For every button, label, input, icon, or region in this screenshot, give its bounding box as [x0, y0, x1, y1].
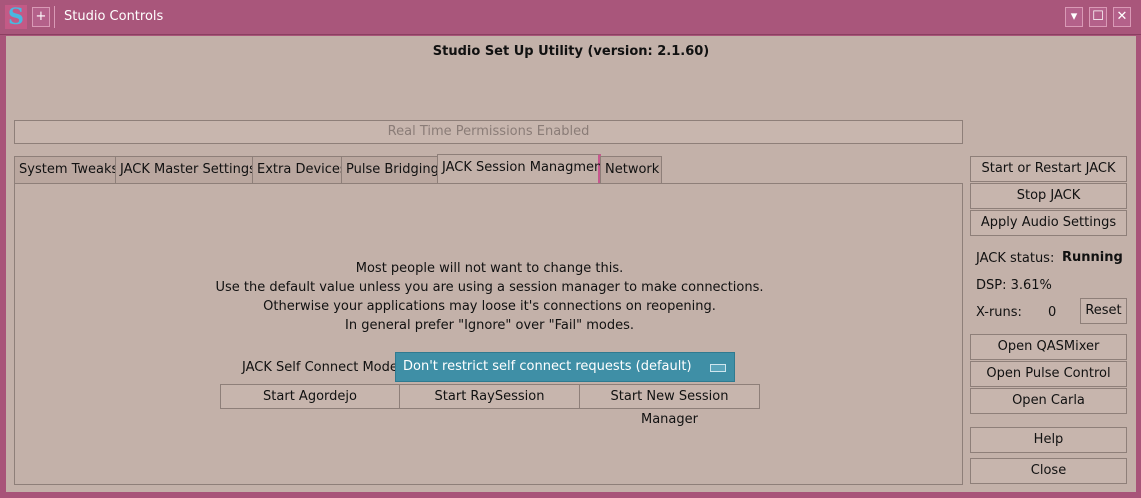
tab-extra-devices[interactable]: Extra Devices: [252, 156, 347, 183]
tab-pulse-bridging[interactable]: Pulse Bridging: [341, 156, 439, 183]
xruns-label: X-runs:: [976, 305, 1022, 320]
start-agordejo-button[interactable]: Start Agordejo: [220, 384, 400, 409]
studio-controls-window: S + Studio Controls ▾ ☐ ✕ Studio Set Up …: [0, 0, 1141, 498]
help-button[interactable]: Help: [970, 427, 1127, 453]
realtime-status-bar: Real Time Permissions Enabled: [14, 120, 963, 144]
pin-icon[interactable]: +: [32, 7, 50, 27]
dropdown-arrow-icon: [710, 364, 726, 372]
main-client-area: Studio Set Up Utility (version: 2.1.60) …: [6, 36, 1136, 492]
info-line: Use the default value unless you are usi…: [215, 280, 764, 295]
app-title: Studio Set Up Utility (version: 2.1.60): [432, 44, 710, 59]
start-new-session-manager-button[interactable]: Start New Session Manager: [579, 384, 760, 427]
tab-network[interactable]: Network: [600, 156, 662, 183]
start-raysession-button[interactable]: Start RaySession: [399, 384, 580, 409]
tab-system-tweaks[interactable]: System Tweaks: [14, 156, 118, 183]
reset-xruns-button[interactable]: Reset: [1080, 298, 1127, 324]
info-line: Most people will not want to change this…: [355, 261, 624, 276]
close-button[interactable]: Close: [970, 458, 1127, 484]
title-bar: S + Studio Controls ▾ ☐ ✕: [0, 0, 1141, 35]
self-connect-mode-value: Don't restrict self connect requests (de…: [403, 359, 692, 374]
self-connect-mode-select[interactable]: Don't restrict self connect requests (de…: [395, 352, 735, 382]
minimize-icon[interactable]: ▾: [1065, 7, 1083, 27]
info-line: Otherwise your applications may loose it…: [263, 299, 716, 314]
tab-jack-master-settings[interactable]: JACK Master Settings: [115, 156, 256, 183]
apply-audio-settings-button[interactable]: Apply Audio Settings: [970, 210, 1127, 236]
dsp-readout: DSP: 3.61%: [976, 278, 1052, 293]
start-restart-jack-button[interactable]: Start or Restart JACK: [970, 156, 1127, 182]
info-line: In general prefer "Ignore" over "Fail" m…: [345, 318, 634, 333]
open-carla-button[interactable]: Open Carla: [970, 388, 1127, 414]
window-title: Studio Controls: [64, 9, 164, 24]
maximize-icon[interactable]: ☐: [1089, 7, 1107, 27]
close-icon[interactable]: ✕: [1113, 7, 1131, 27]
open-qasmixer-button[interactable]: Open QASMixer: [970, 334, 1127, 360]
jack-status-value: Running: [1062, 250, 1123, 265]
open-pulse-control-button[interactable]: Open Pulse Control: [970, 361, 1127, 387]
stop-jack-button[interactable]: Stop JACK: [970, 183, 1127, 209]
tab-jack-session-managment[interactable]: JACK Session Managment: [437, 154, 607, 184]
session-panel: Most people will not want to change this…: [14, 183, 963, 485]
xruns-value: 0: [1048, 305, 1057, 320]
jack-status-label: JACK status:: [976, 251, 1055, 266]
app-logo-icon[interactable]: S: [5, 5, 27, 29]
title-separator: [54, 6, 55, 28]
self-connect-mode-label: JACK Self Connect Mode:: [242, 360, 403, 375]
